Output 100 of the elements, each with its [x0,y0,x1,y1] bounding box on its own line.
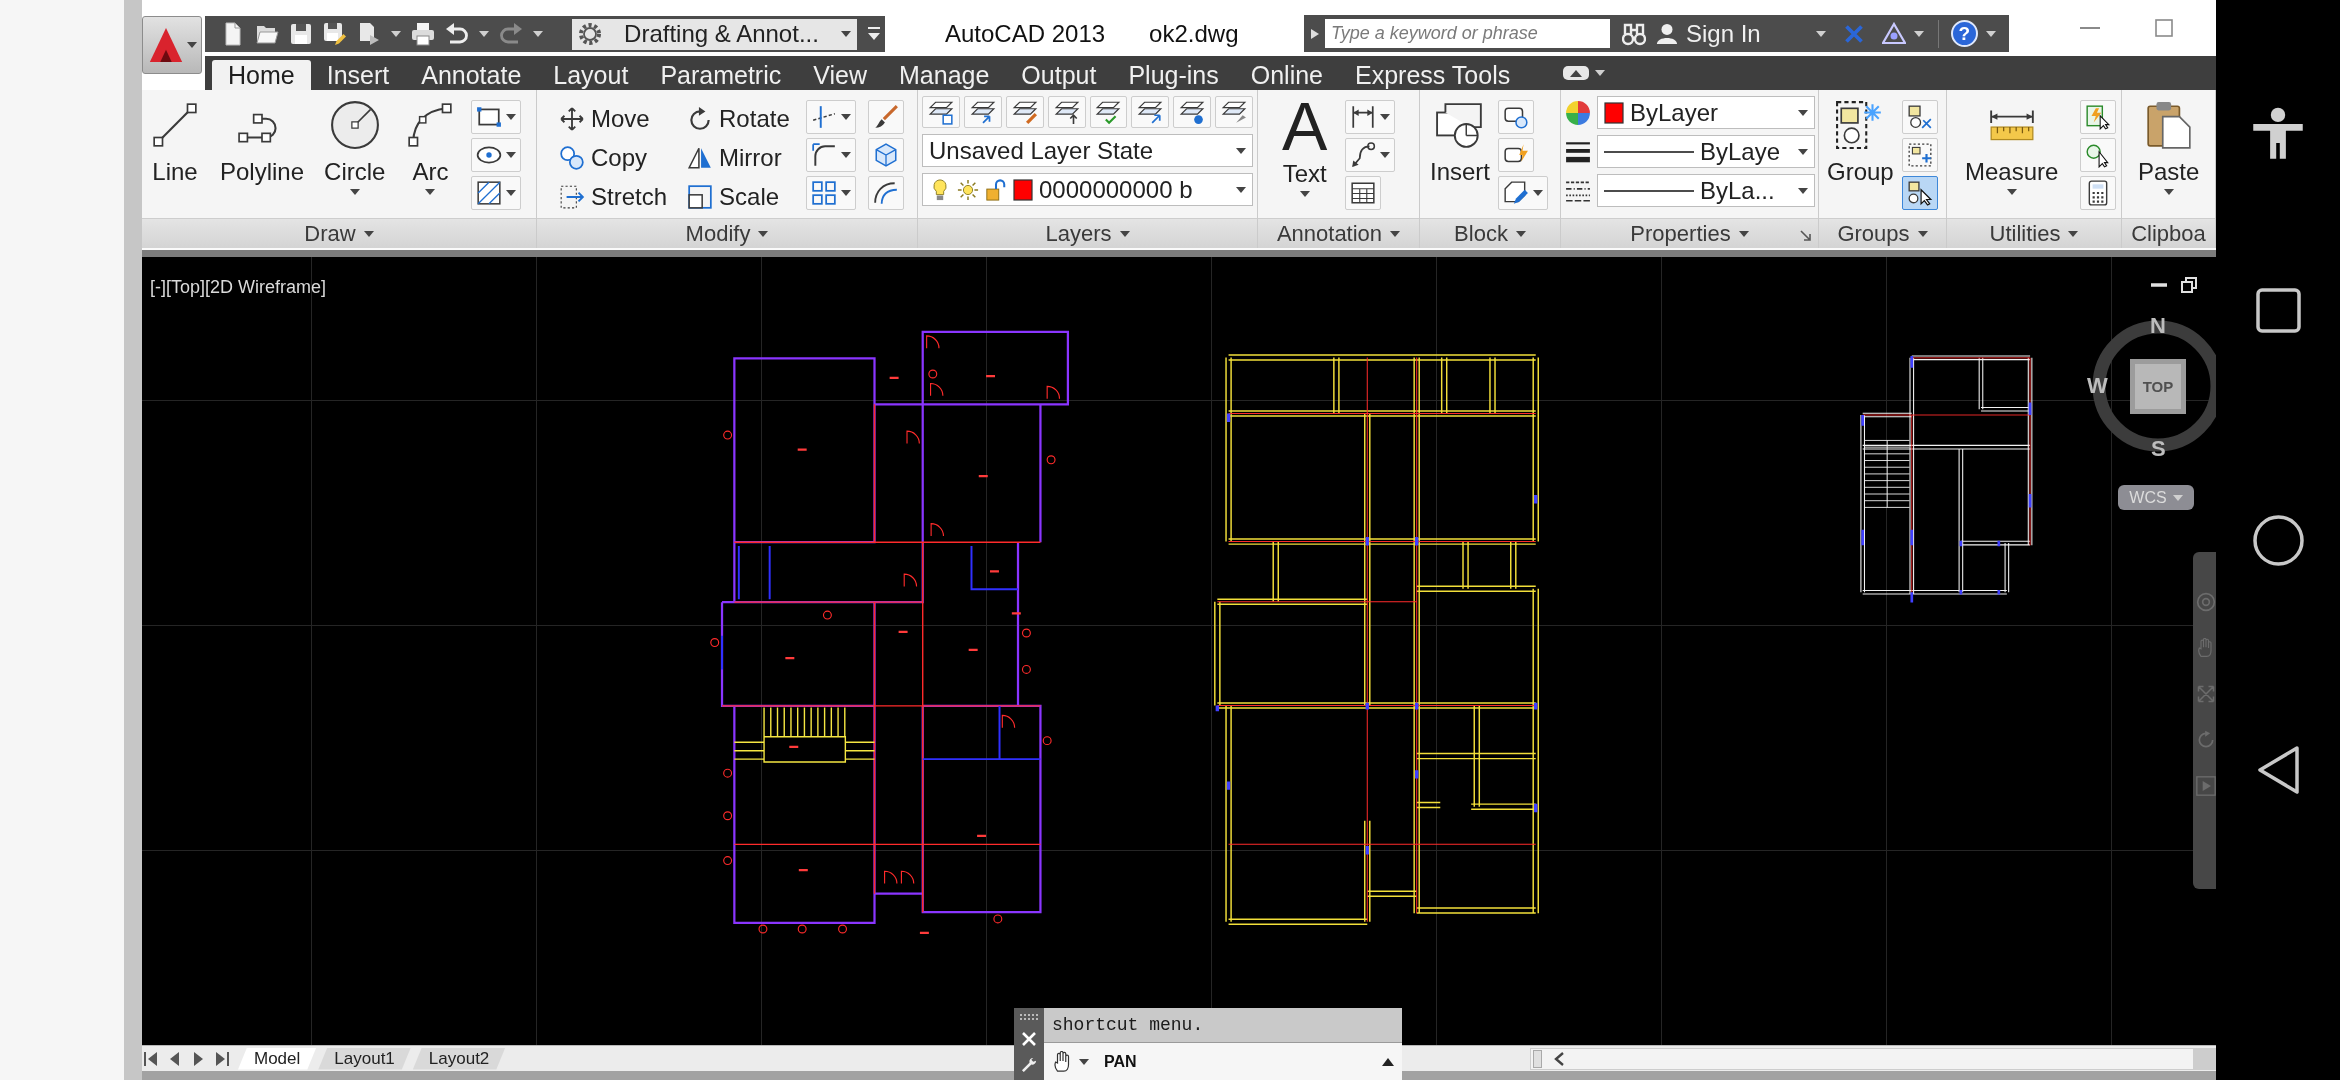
ribbon-button[interactable]: Insert [1426,90,1495,186]
caret-icon[interactable] [1913,30,1924,37]
redo-arrow-icon[interactable] [499,22,523,46]
application-menu-button[interactable] [142,16,202,74]
panel-title-bar[interactable]: Annotation [1258,218,1419,248]
model-tab[interactable]: Model [238,1047,317,1070]
tool-button[interactable] [922,96,960,128]
ribbon-button[interactable]: Group [1823,90,1898,186]
viewcube-face[interactable]: TOP [2130,359,2186,414]
ribbon-button[interactable]: Copy [555,138,672,177]
color-dropdown[interactable]: ByLayer [1597,96,1815,129]
panel-title-bar[interactable]: Draw [142,218,536,248]
up-arrow-pill-icon[interactable] [1562,65,1591,81]
tool-button[interactable] [867,100,904,134]
tool-button[interactable] [1345,176,1382,210]
viewport-control[interactable]: [Top] [166,277,206,298]
floppy-pencil-icon[interactable] [323,22,347,46]
tool-button[interactable] [1901,176,1938,210]
layer-dropdown[interactable]: 0000000000 b [922,173,1253,206]
panel-title-bar[interactable]: Clipboa [2122,218,2215,248]
ribbon-tab[interactable]: Insert [310,60,406,90]
ribbon-tab[interactable]: Layout [537,60,645,90]
restore-icon[interactable] [2181,277,2197,293]
panel-title-bar[interactable]: Modify [537,218,917,248]
caret-icon[interactable] [1815,30,1826,37]
sign-in-button[interactable]: Sign In [1656,19,1761,48]
caret-icon[interactable] [1595,70,1606,76]
page-arrow-icon[interactable] [357,22,381,46]
close-icon[interactable] [1021,1031,1037,1047]
binoculars-icon[interactable] [1622,21,1646,46]
caret-icon[interactable] [533,31,543,37]
tool-button[interactable] [1005,96,1044,128]
tool-button[interactable] [1345,100,1396,134]
ribbon-tab[interactable]: Parametric [644,60,798,90]
tool-button[interactable] [2080,138,2117,172]
caret-icon[interactable] [391,31,401,37]
ribbon-button[interactable]: Polyline [216,90,309,186]
compass-letter[interactable]: N [2150,314,2166,338]
ribbon-button[interactable]: Rotate [683,99,794,138]
ribbon-button[interactable]: Move [555,99,672,138]
ribbon-button[interactable]: Stretch [555,177,672,216]
panel-title-bar[interactable]: Block [1420,218,1560,248]
accessibility-figure-icon[interactable] [2251,107,2305,161]
lineweight-dropdown[interactable]: ByLaye [1597,135,1815,168]
tool-button[interactable] [1498,100,1535,134]
ribbon-tab[interactable]: Home [212,60,311,90]
caret-icon[interactable] [1985,30,1996,37]
tool-button[interactable] [1215,96,1253,128]
maximize-icon[interactable] [2155,19,2173,37]
tool-button[interactable] [1901,100,1938,134]
ribbon-button[interactable]: Line [146,90,204,186]
layout-tab[interactable]: Layout2 [412,1047,506,1070]
square-icon[interactable] [2255,288,2301,333]
circle-icon[interactable] [2252,515,2304,566]
tool-button[interactable] [2080,100,2117,134]
expand-triangle-icon[interactable] [1310,27,1320,40]
tool-button[interactable] [1047,96,1086,128]
wrench-icon[interactable] [1021,1057,1037,1073]
ribbon-button[interactable]: Mirror [683,138,794,177]
ribbon-tab[interactable]: Express Tools [1339,60,1527,90]
tool-button[interactable] [1089,96,1128,128]
up-triangle-icon[interactable] [1382,1057,1394,1066]
help-button[interactable]: ? [1950,20,1978,47]
ribbon-tab[interactable]: Annotate [405,60,538,90]
tool-button[interactable] [963,96,1002,128]
printer-icon[interactable] [411,22,435,46]
tool-button[interactable] [471,100,522,134]
tool-button[interactable] [471,176,522,210]
tool-button[interactable] [1901,138,1938,172]
triangle-icon[interactable] [2256,745,2300,795]
tool-button[interactable] [2080,176,2117,210]
ribbon-button[interactable]: Paste [2134,90,2204,195]
left-chevron-icon[interactable] [1554,1051,1564,1066]
ribbon-button[interactable]: Scale [683,177,794,216]
ribbon-tab[interactable]: Manage [883,60,1006,90]
tool-button[interactable] [1498,176,1549,210]
undo-arrow-icon[interactable] [445,22,469,46]
ribbon-button[interactable]: Arc [401,90,460,195]
tool-button[interactable] [1131,96,1170,128]
diagonal-arrow-icon[interactable] [1799,229,1812,242]
horizontal-scrollbar[interactable] [1530,1047,2216,1070]
command-input-field[interactable]: PAN [1044,1042,1402,1080]
search-field[interactable]: Type a keyword or phrase [1325,19,1610,48]
tool-button[interactable] [1173,96,1212,128]
workspace-dropdown[interactable]: Drafting & Annot... [572,18,857,50]
layer-state-dropdown[interactable]: Unsaved Layer State [922,134,1253,167]
ribbon-tab[interactable]: Plug-ins [1112,60,1235,90]
panel-title-bar[interactable]: Layers [918,218,1257,248]
compass-letter[interactable]: S [2151,437,2166,461]
tool-button[interactable] [1498,138,1535,172]
ribbon-button[interactable]: Circle [320,90,390,195]
panel-title-bar[interactable]: Groups [1819,218,1946,248]
customize-caret-icon[interactable] [867,27,881,41]
ribbon-button[interactable]: Measure [1961,90,2063,195]
panel-title-bar[interactable]: Utilities [1947,218,2121,248]
tool-button[interactable] [805,138,856,172]
tool-button[interactable] [1345,138,1396,172]
grip-dots-icon[interactable] [1019,1013,1039,1021]
caret-icon[interactable] [479,31,489,37]
ribbon-tab[interactable]: Output [1005,60,1113,90]
